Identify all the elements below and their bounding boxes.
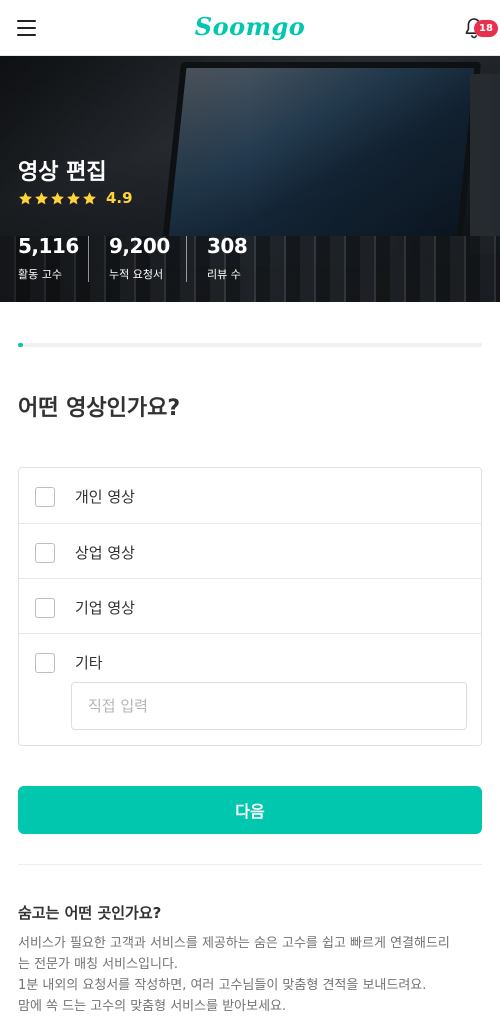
- app-header: Soomgo 18: [0, 0, 500, 56]
- stat-divider: [88, 236, 89, 282]
- checkbox[interactable]: [35, 598, 55, 618]
- about-title: 숨고는 어떤 곳인가요?: [18, 904, 162, 922]
- checkbox[interactable]: [35, 653, 55, 673]
- next-button[interactable]: 다음: [18, 786, 482, 834]
- category-hero: 영상 편집 4.9 5,116 활동 고수 9,200 누적 요청서 308 리…: [0, 56, 500, 302]
- rating-stars: 4.9: [18, 189, 133, 207]
- progress-bar-fill: [18, 343, 23, 347]
- stat-active-pros: 5,116 활동 고수: [18, 234, 79, 281]
- option-corporate-video[interactable]: 기업 영상: [19, 578, 481, 633]
- stat-total-requests: 9,200 누적 요청서: [109, 234, 170, 281]
- about-description: 서비스가 필요한 고객과 서비스를 제공하는 숨은 고수를 쉽고 빠르게 연결해…: [18, 936, 450, 1014]
- star-icon: [67, 191, 80, 204]
- star-icon: [51, 191, 64, 204]
- category-title: 영상 편집: [18, 160, 107, 185]
- question-title: 어떤 영상인가요?: [18, 396, 181, 421]
- star-icon: [35, 191, 48, 204]
- checkbox[interactable]: [35, 543, 55, 563]
- option-commercial-video[interactable]: 상업 영상: [19, 523, 481, 578]
- divider: [18, 864, 482, 865]
- soomgo-logo[interactable]: Soomgo: [0, 12, 500, 41]
- option-other[interactable]: 기타: [19, 633, 481, 688]
- rating-value: 4.9: [106, 189, 133, 207]
- option-personal-video[interactable]: 개인 영상: [19, 468, 481, 523]
- star-icon: [83, 191, 96, 204]
- star-icon: [19, 191, 32, 204]
- stat-reviews: 308 리뷰 수: [207, 234, 248, 281]
- stat-divider: [186, 236, 187, 282]
- progress-bar: [18, 343, 482, 347]
- option-list: 개인 영상 상업 영상 기업 영상 기타: [18, 467, 482, 746]
- checkbox[interactable]: [35, 487, 55, 507]
- notification-badge: 18: [474, 20, 498, 37]
- other-text-input[interactable]: [71, 682, 467, 730]
